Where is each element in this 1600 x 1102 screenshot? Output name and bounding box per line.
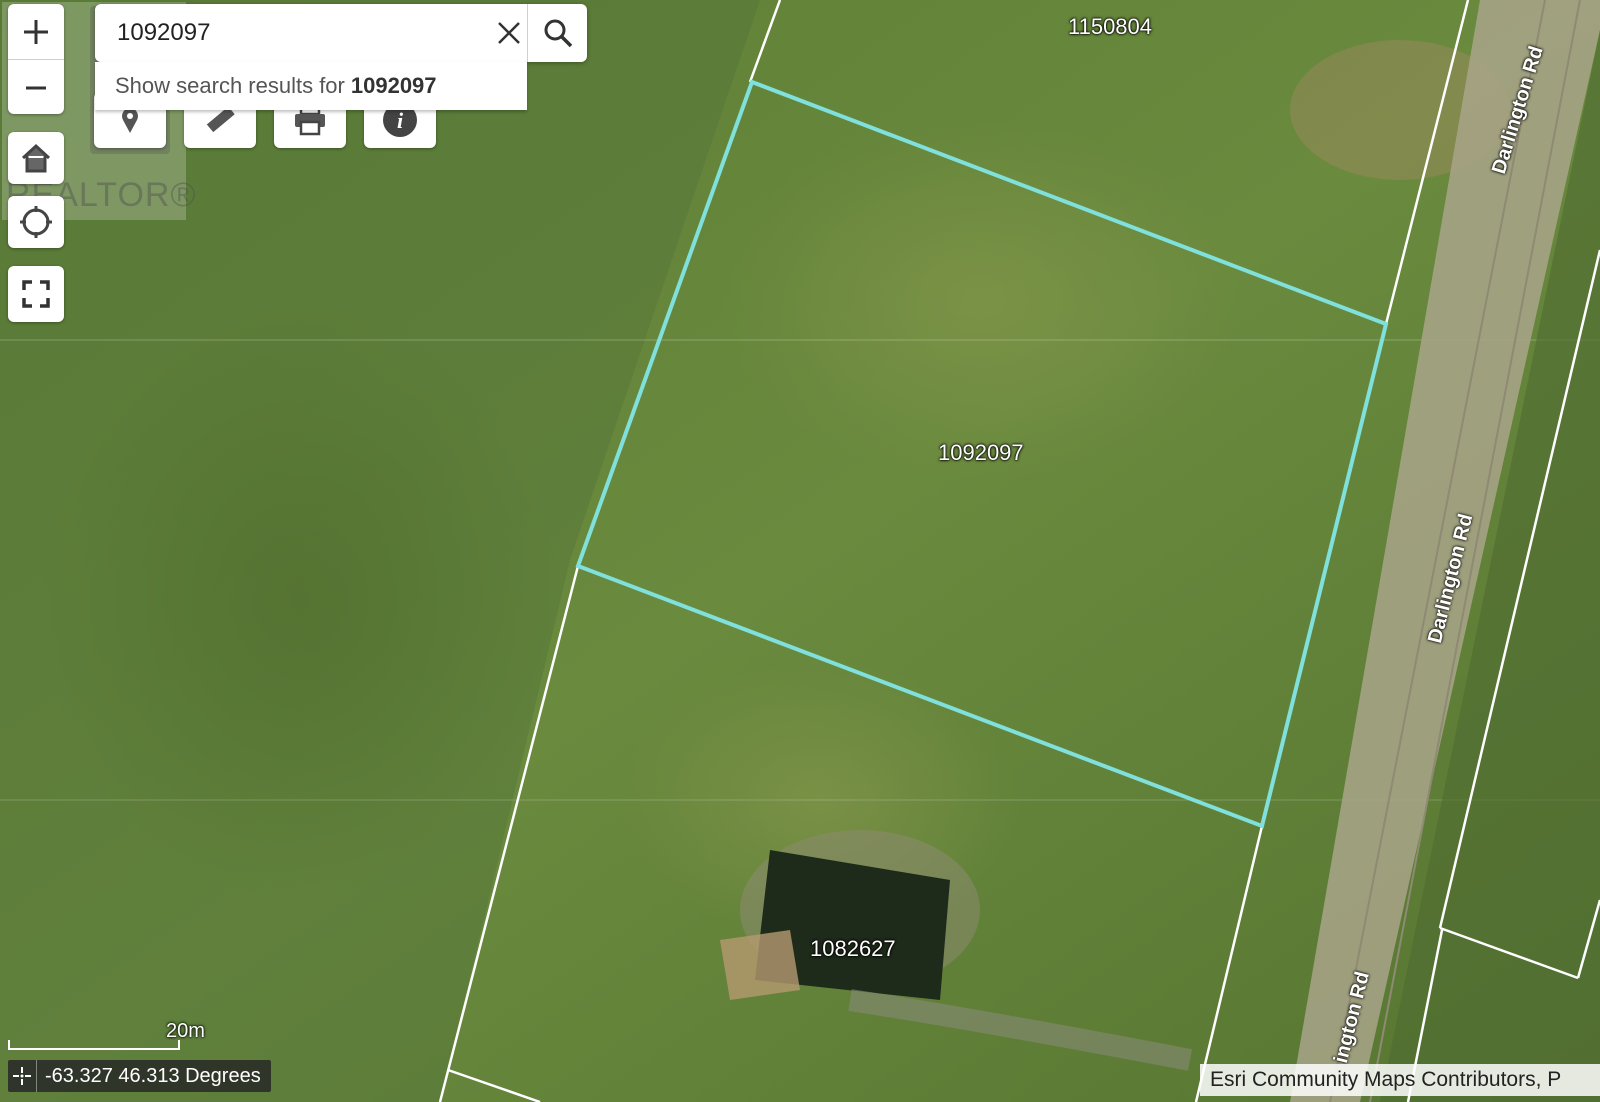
zoom-in-button[interactable] bbox=[8, 4, 64, 59]
parcel-label-highlighted[interactable]: 1092097 bbox=[938, 440, 1024, 466]
coordinate-toggle[interactable] bbox=[8, 1060, 37, 1092]
locate-icon bbox=[20, 206, 52, 238]
scale-bar bbox=[8, 1040, 180, 1050]
clear-search-button[interactable] bbox=[485, 4, 533, 62]
coordinate-text: -63.327 46.313 Degrees bbox=[45, 1064, 261, 1087]
locate-button[interactable] bbox=[8, 196, 64, 248]
map-attribution: Esri Community Maps Contributors, P bbox=[1200, 1064, 1600, 1096]
plus-icon bbox=[24, 19, 48, 44]
scale-label: 20m bbox=[166, 1020, 205, 1042]
search-icon bbox=[544, 19, 573, 48]
crosshair-icon bbox=[13, 1067, 31, 1085]
search-box bbox=[95, 4, 587, 62]
close-icon bbox=[498, 22, 520, 44]
search-input[interactable] bbox=[95, 4, 465, 62]
svg-text:i: i bbox=[397, 108, 404, 133]
zoom-controls bbox=[8, 4, 64, 114]
parcel-label-south: 1082627 bbox=[810, 936, 896, 961]
search-suggestion[interactable]: Show search results for 1092097 bbox=[95, 62, 527, 110]
parcel-label-north: 1150804 bbox=[1068, 14, 1153, 39]
fullscreen-button[interactable] bbox=[8, 266, 64, 322]
home-icon bbox=[21, 143, 51, 173]
map-canvas[interactable] bbox=[0, 0, 1600, 1102]
fullscreen-icon bbox=[22, 280, 50, 308]
suggestion-prefix: Show search results for bbox=[115, 73, 345, 98]
coordinate-display: -63.327 46.313 Degrees bbox=[8, 1060, 271, 1092]
zoom-out-button[interactable] bbox=[8, 59, 64, 114]
search-button[interactable] bbox=[527, 4, 588, 62]
home-button[interactable] bbox=[8, 132, 64, 184]
suggestion-query: 1092097 bbox=[350, 73, 437, 98]
minus-icon bbox=[26, 86, 46, 89]
